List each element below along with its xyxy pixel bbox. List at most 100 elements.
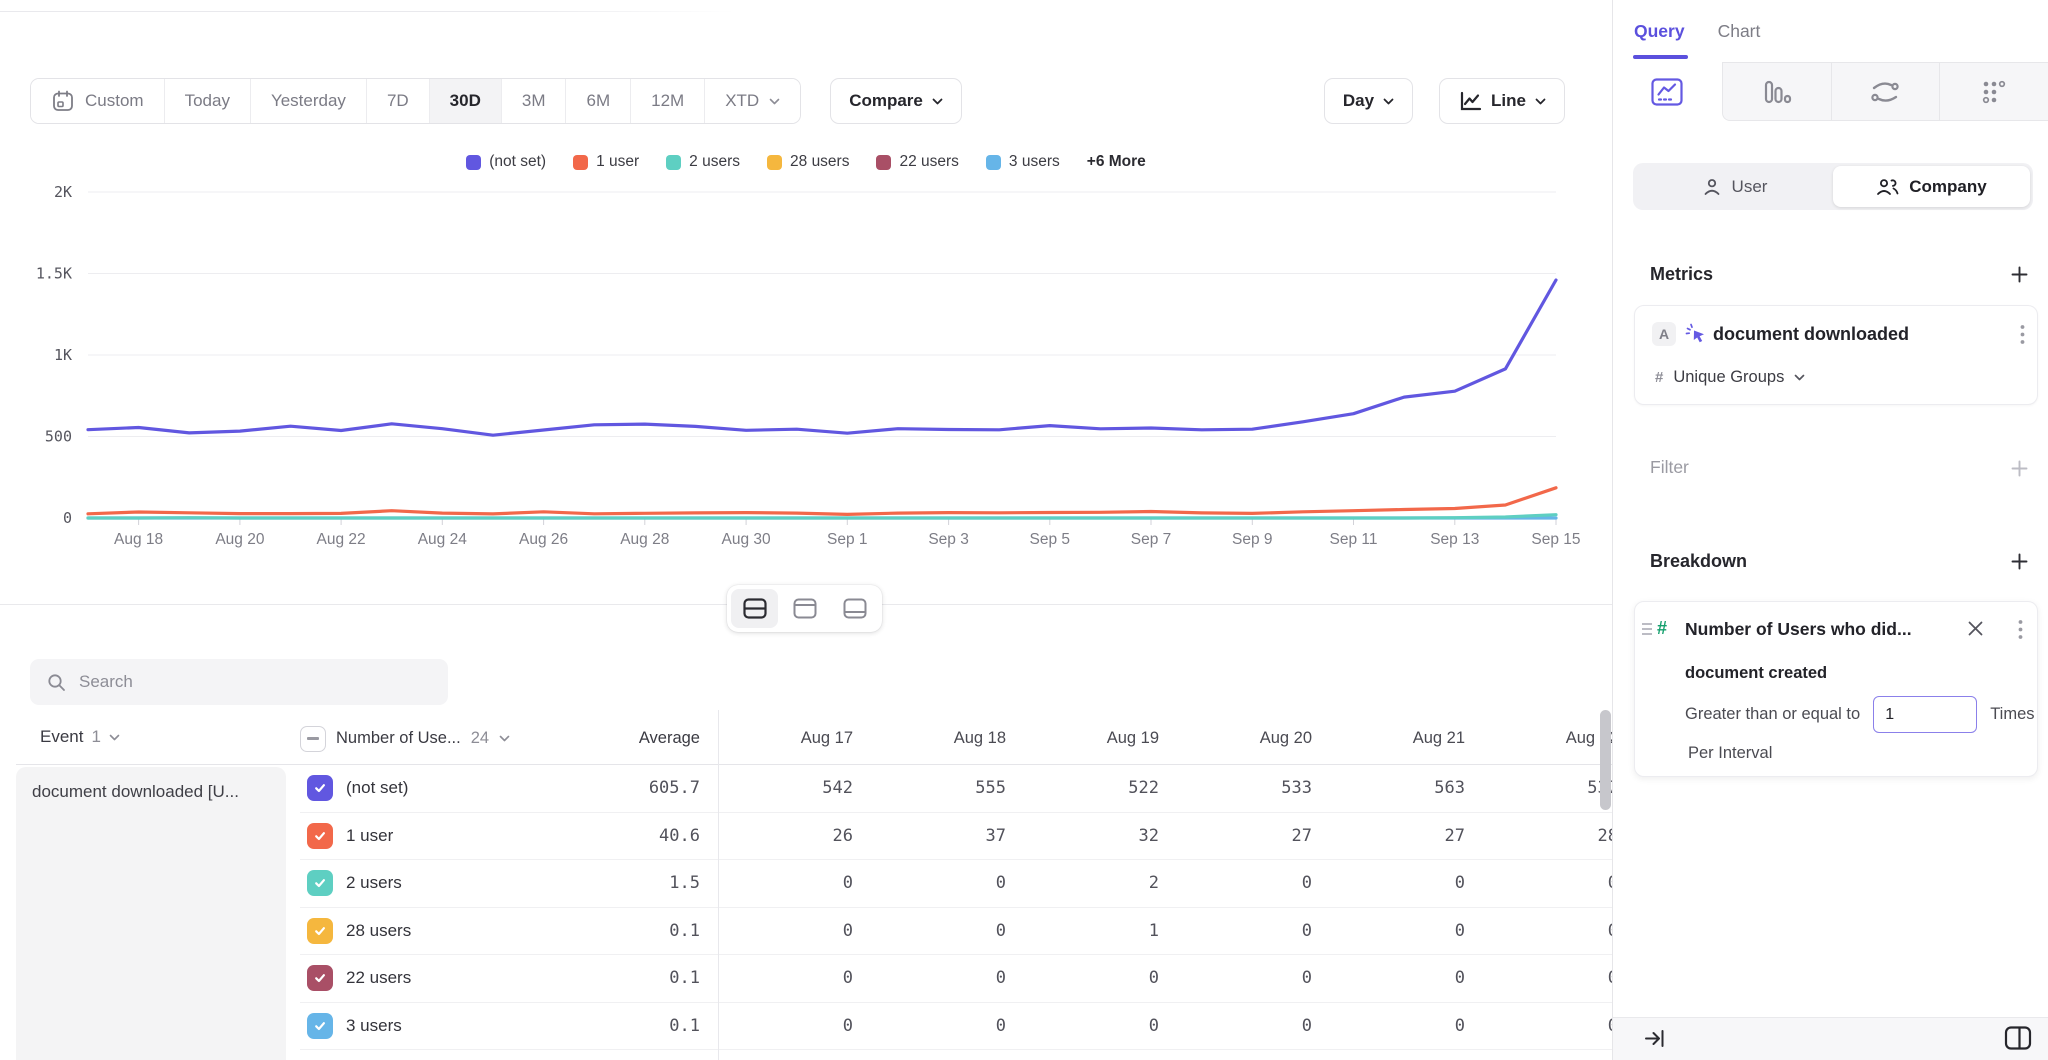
check-icon — [313, 971, 327, 985]
series-checkbox[interactable] — [307, 918, 333, 944]
date-range-yesterday[interactable]: Yesterday — [251, 79, 367, 123]
series-checkbox[interactable] — [307, 870, 333, 896]
cell-value: 0 — [1312, 968, 1465, 988]
series-checkbox[interactable] — [307, 823, 333, 849]
cell-value: 537 — [1465, 778, 1612, 798]
scope-company-option[interactable]: Company — [1833, 166, 2030, 207]
date-column-header: Aug 19 — [1006, 729, 1159, 748]
svg-text:Sep 3: Sep 3 — [928, 531, 969, 548]
event-column-header[interactable]: Event 1 — [40, 727, 120, 747]
range-label: XTD — [725, 91, 759, 111]
date-column-header: Aug 17 — [700, 729, 853, 748]
table-row[interactable]: 28 users0.1001000 — [300, 908, 1612, 956]
table-row[interactable]: 1 user40.6263732272728 — [300, 813, 1612, 861]
series-label: 28 users — [346, 921, 411, 941]
series-label: 2 users — [346, 873, 402, 893]
chart-style-dropdown[interactable]: Line — [1439, 78, 1565, 124]
svg-text:2K: 2K — [54, 183, 72, 201]
range-label: 12M — [651, 91, 684, 111]
metric-card[interactable]: A document downloaded # Unique Groups — [1634, 305, 2038, 405]
chart-type-flows-tab[interactable] — [1831, 62, 1940, 121]
table-scrollbar[interactable] — [1600, 710, 1611, 810]
range-label: Yesterday — [271, 91, 346, 111]
event-row[interactable]: document downloaded [U... — [16, 767, 286, 1060]
series-checkbox[interactable] — [307, 775, 333, 801]
table-row[interactable]: 3 users0.1000000 — [300, 1003, 1612, 1051]
date-column-header: Aug 21 — [1312, 729, 1465, 748]
average-value: 40.6 — [560, 826, 700, 846]
date-range-xtd[interactable]: XTD — [705, 79, 800, 123]
series-checkbox[interactable] — [307, 1013, 333, 1039]
table-row[interactable]: 22 users0.1000000 — [300, 955, 1612, 1003]
layout-chart-view-button[interactable] — [781, 589, 828, 628]
dots-grid-icon — [1981, 79, 2007, 105]
select-all-checkbox[interactable] — [300, 726, 326, 752]
hash-icon: # — [1655, 369, 1663, 386]
scope-user-label: User — [1732, 177, 1768, 197]
condition-value-input[interactable] — [1873, 696, 1977, 733]
cell-value: 28 — [1465, 826, 1612, 846]
close-icon[interactable] — [1968, 621, 1983, 639]
metric-options-kebab-icon[interactable] — [2020, 324, 2025, 348]
aggregation-dropdown[interactable]: # Unique Groups — [1655, 368, 1805, 387]
per-interval-label[interactable]: Per Interval — [1688, 744, 1772, 763]
search-input[interactable] — [79, 672, 409, 692]
series-column-header[interactable]: Number of Use... 24 — [300, 726, 560, 752]
cell-value: 555 — [853, 778, 1006, 798]
drag-handle-icon[interactable] — [1642, 623, 1652, 635]
cell-value: 542 — [700, 778, 853, 798]
scope-user-option[interactable]: User — [1636, 166, 1833, 207]
chevron-down-icon — [769, 98, 780, 105]
breakdown-options-kebab-icon[interactable] — [2018, 619, 2023, 643]
panel-footer — [1613, 1017, 2048, 1060]
add-breakdown-button[interactable] — [2006, 548, 2032, 574]
granularity-label: Day — [1343, 91, 1374, 111]
granularity-dropdown[interactable]: Day — [1324, 78, 1413, 124]
chart-type-insights-tab[interactable] — [1613, 62, 1722, 121]
series-checkbox[interactable] — [307, 965, 333, 991]
line-chart-icon — [1458, 90, 1482, 112]
layout-columns-icon[interactable] — [2003, 1024, 2033, 1055]
add-filter-button[interactable] — [2006, 455, 2032, 481]
breakdown-event-name[interactable]: document created — [1685, 664, 1827, 683]
add-metric-button[interactable] — [2006, 261, 2032, 287]
breakdown-title[interactable]: Number of Users who did... — [1685, 619, 1912, 640]
date-range-6m[interactable]: 6M — [566, 79, 631, 123]
tab-query[interactable]: Query — [1634, 21, 1685, 42]
cell-value: 0 — [1312, 873, 1465, 893]
date-range-today[interactable]: Today — [165, 79, 251, 123]
tab-chart[interactable]: Chart — [1718, 21, 1761, 42]
svg-text:Sep 9: Sep 9 — [1232, 531, 1273, 548]
svg-text:Sep 11: Sep 11 — [1330, 531, 1378, 548]
date-range-7d[interactable]: 7D — [367, 79, 430, 123]
split-view-icon — [743, 598, 767, 619]
metric-letter-badge: A — [1652, 322, 1676, 346]
series-label: (not set) — [346, 778, 408, 798]
chart-type-funnels-tab[interactable] — [1722, 62, 1831, 121]
cell-value: 563 — [1312, 778, 1465, 798]
chart-toolbar: CustomToday Yesterday 7D30D3M6M 12M XTD Comp… — [30, 78, 1565, 124]
search-icon — [47, 673, 66, 692]
cell-value: 0 — [700, 873, 853, 893]
collapse-panel-icon[interactable] — [1643, 1027, 1666, 1053]
date-range-custom[interactable]: Custom — [31, 79, 165, 123]
svg-text:Sep 13: Sep 13 — [1430, 531, 1479, 548]
line-chart-canvas: 05001K1.5K2KAug 18Aug 20Aug 22Aug 24Aug … — [0, 150, 1612, 562]
date-range-30d[interactable]: 30D — [430, 79, 502, 123]
cell-value: 0 — [1159, 873, 1312, 893]
svg-text:Aug 26: Aug 26 — [519, 531, 568, 548]
compare-button[interactable]: Compare — [830, 78, 962, 124]
plus-icon — [2011, 266, 2028, 283]
layout-table-view-button[interactable] — [831, 589, 878, 628]
breakdown-card[interactable]: # Number of Users who did... document cr… — [1634, 601, 2038, 777]
condition-operator-label[interactable]: Greater than or equal to — [1685, 705, 1860, 724]
date-range-3m[interactable]: 3M — [502, 79, 567, 123]
metric-name[interactable]: document downloaded — [1713, 324, 1909, 345]
date-range-12m[interactable]: 12M — [631, 79, 705, 123]
table-row[interactable]: (not set)605.7542555522533563537 — [300, 765, 1612, 813]
layout-split-view-button[interactable] — [731, 589, 778, 628]
flows-icon — [1870, 79, 1900, 105]
chevron-down-icon — [1535, 98, 1546, 105]
table-row[interactable]: 2 users1.5002000 — [300, 860, 1612, 908]
chart-type-more-tab[interactable] — [1939, 62, 2048, 121]
